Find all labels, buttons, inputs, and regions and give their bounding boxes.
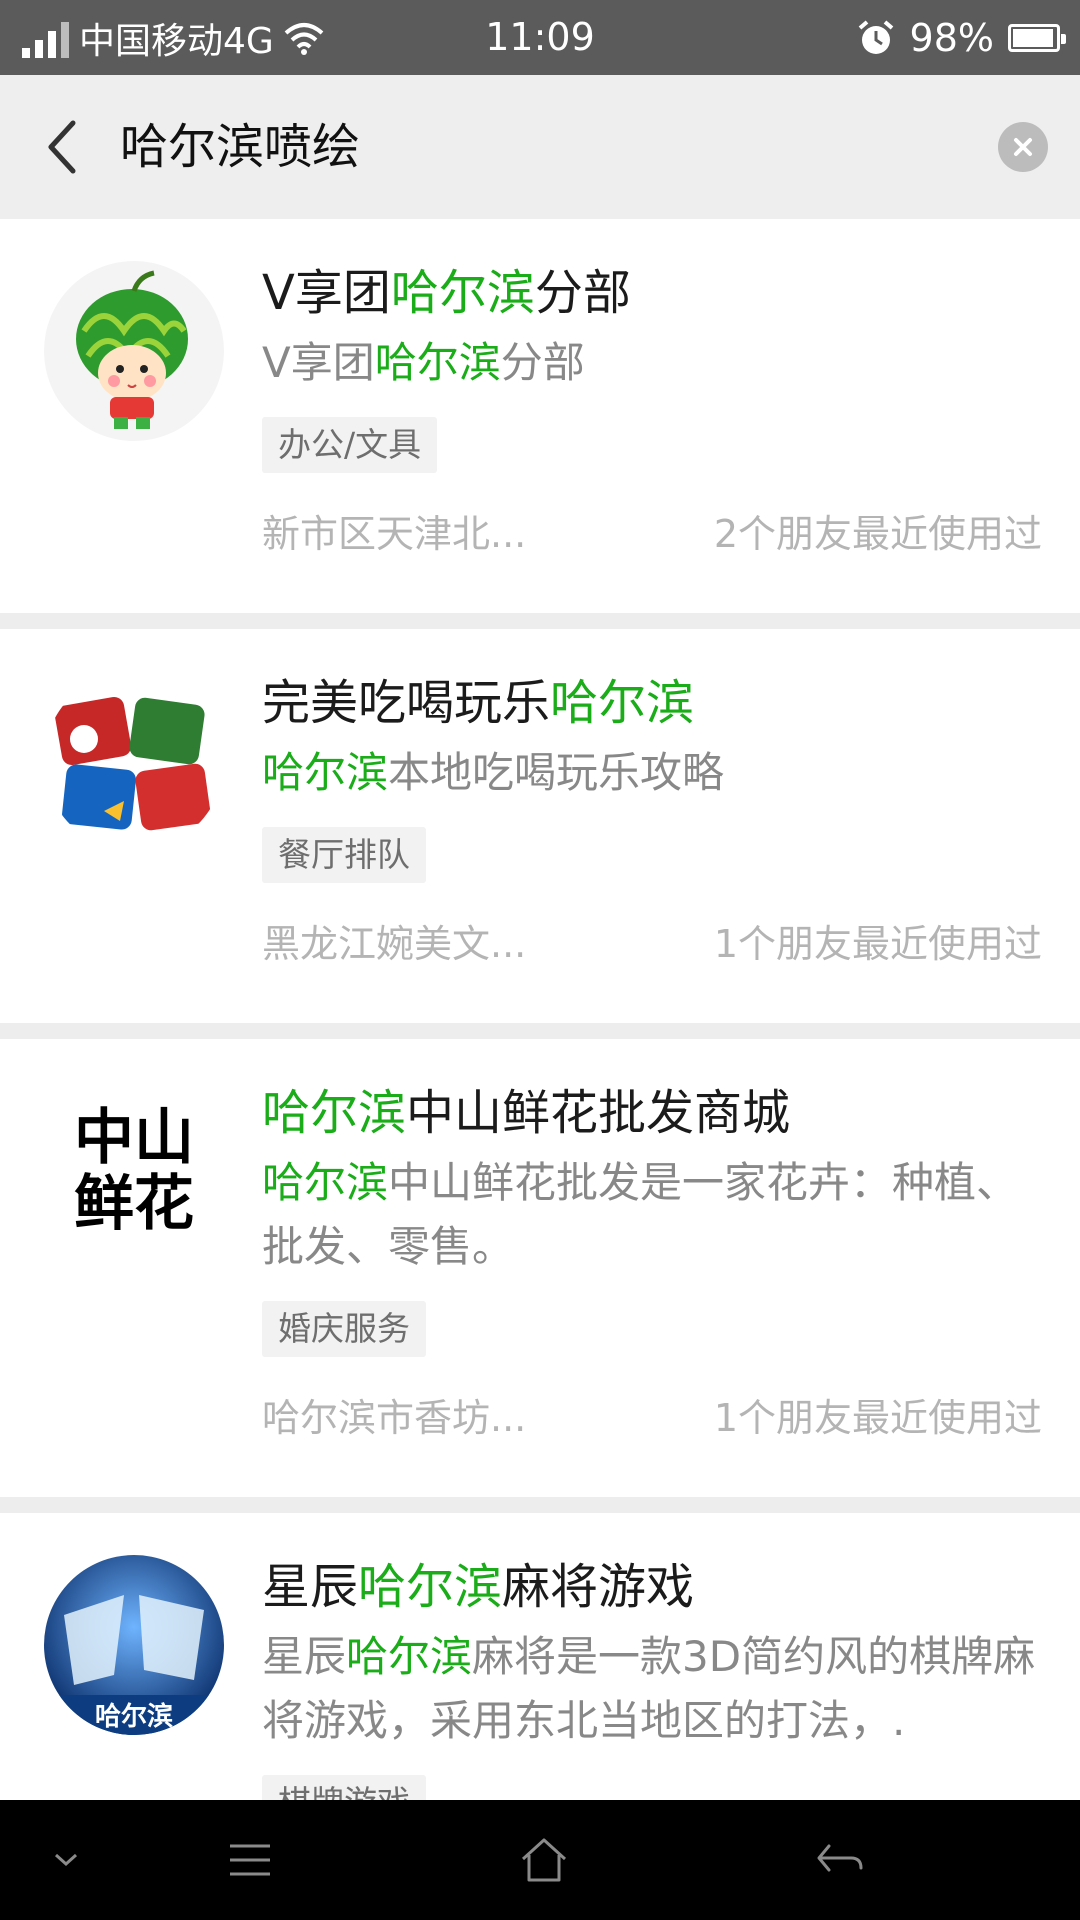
search-input[interactable]: 哈尔滨喷绘 <box>120 115 360 179</box>
menu-button[interactable] <box>190 1800 310 1920</box>
system-nav-bar <box>0 1800 1080 1920</box>
location-text: 哈尔滨市香坊... <box>262 1396 527 1440</box>
back-button[interactable] <box>32 115 92 179</box>
status-bar: 中国移动4G 11:09 98% <box>0 0 1080 75</box>
friends-used-text: 1个朋友最近使用过 <box>713 922 1042 966</box>
location-text: 黑龙江婉美文... <box>262 922 527 966</box>
avatar <box>44 261 224 441</box>
result-description: 星辰哈尔滨麻将是一款3D简约风的棋牌麻将游戏，采用东北当地区的打法，. <box>262 1632 1036 1745</box>
result-card[interactable]: 中山 鲜花 哈尔滨中山鲜花批发商城 哈尔滨中山鲜花批发是一家花卉：种植、批发、零… <box>0 1039 1080 1497</box>
result-title: 哈尔滨中山鲜花批发商城 <box>262 1085 791 1141</box>
result-title: 星辰哈尔滨麻将游戏 <box>262 1559 695 1615</box>
avatar <box>44 671 224 851</box>
battery-icon <box>1008 23 1066 52</box>
avatar: 哈尔滨 <box>44 1555 224 1735</box>
result-description: 哈尔滨本地吃喝玩乐攻略 <box>262 748 725 797</box>
clear-search-button[interactable] <box>998 122 1048 172</box>
result-card[interactable]: 完美吃喝玩乐哈尔滨 哈尔滨本地吃喝玩乐攻略 餐厅排队 黑龙江婉美文... 1个朋… <box>0 629 1080 1023</box>
return-arrow-icon <box>817 1844 863 1872</box>
category-tag: 餐厅排队 <box>262 827 426 883</box>
category-tag: 婚庆服务 <box>262 1301 426 1357</box>
result-title: 完美吃喝玩乐哈尔滨 <box>262 675 695 731</box>
friends-used-text: 2个朋友最近使用过 <box>713 512 1042 556</box>
category-tag: 棋牌游戏 <box>262 1775 426 1800</box>
results-list: V享团哈尔滨分部 V享团哈尔滨分部 办公/文具 新市区天津北... 2个朋友最近… <box>0 219 1080 1800</box>
battery-percent: 98% <box>909 15 994 60</box>
result-title: V享团哈尔滨分部 <box>262 265 631 321</box>
friends-used-text: 1个朋友最近使用过 <box>713 1396 1042 1440</box>
result-description: V享团哈尔滨分部 <box>262 338 585 387</box>
home-icon <box>521 1838 567 1882</box>
food-play-logo-icon <box>54 696 211 831</box>
hide-nav-button[interactable] <box>6 1800 126 1920</box>
result-description: 哈尔滨中山鲜花批发是一家花卉：种植、批发、零售。 <box>262 1158 1019 1271</box>
search-header: 哈尔滨喷绘 <box>0 75 1080 219</box>
result-card[interactable]: V享团哈尔滨分部 V享团哈尔滨分部 办公/文具 新市区天津北... 2个朋友最近… <box>0 219 1080 613</box>
category-tag: 办公/文具 <box>262 417 438 473</box>
close-icon <box>1014 138 1032 156</box>
system-back-button[interactable] <box>780 1800 900 1920</box>
home-button[interactable] <box>484 1800 604 1920</box>
chevron-down-icon <box>54 1853 78 1867</box>
menu-icon <box>230 1844 270 1876</box>
avatar-text: 哈尔滨 <box>95 1701 173 1732</box>
mahjong-game-logo-icon: 哈尔滨 <box>44 1555 224 1735</box>
avatar-text: 鲜花 <box>74 1169 194 1239</box>
back-arrow-icon <box>48 120 76 174</box>
location-text: 新市区天津北... <box>262 512 527 556</box>
watermelon-mascot-icon <box>76 270 188 429</box>
alarm-icon <box>858 19 893 54</box>
avatar: 中山 鲜花 <box>44 1081 224 1261</box>
avatar-text: 中山 <box>74 1103 194 1173</box>
result-card[interactable]: 哈尔滨 星辰哈尔滨麻将游戏 星辰哈尔滨麻将是一款3D简约风的棋牌麻将游戏，采用东… <box>0 1513 1080 1800</box>
